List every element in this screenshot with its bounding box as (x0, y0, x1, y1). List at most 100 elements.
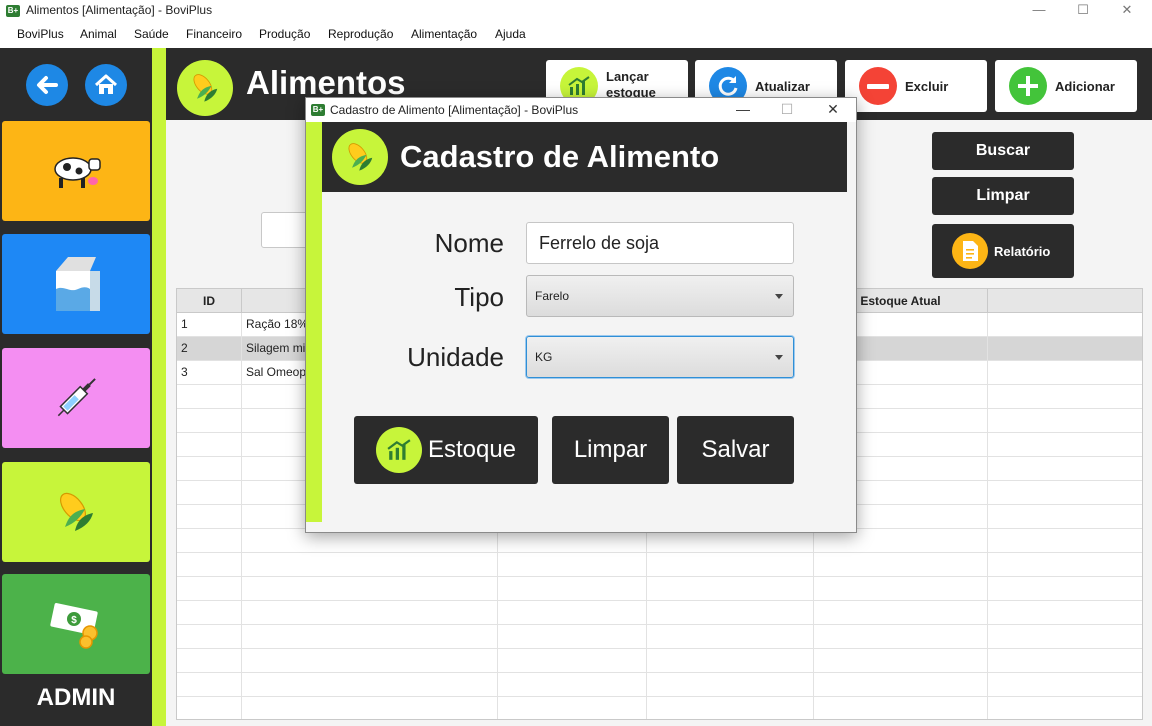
close-button[interactable]: ✕ (1104, 0, 1150, 22)
cell (988, 577, 1142, 601)
cell (177, 553, 242, 577)
cell (177, 625, 242, 649)
dialog-minimize-button[interactable]: — (720, 98, 766, 122)
minus-icon (859, 67, 897, 105)
chevron-down-icon (775, 294, 783, 299)
cell (988, 673, 1142, 697)
window-title: Alimentos [Alimentação] - BoviPlus (26, 3, 213, 17)
milk-carton-icon (56, 257, 100, 311)
table-row-empty (177, 697, 1142, 719)
limpar-button[interactable]: Limpar (932, 177, 1074, 215)
table-row-empty (177, 577, 1142, 601)
corn-icon (193, 74, 218, 102)
corn-icon (60, 492, 93, 531)
cell (647, 625, 814, 649)
sidebar-item-alimentacao[interactable] (2, 462, 150, 562)
cell-id: 3 (177, 361, 242, 385)
unidade-label: Unidade (407, 342, 504, 372)
cell (647, 697, 814, 719)
menu-bar: BoviPlus Animal Saúde Financeiro Produçã… (0, 22, 1152, 48)
salvar-button[interactable]: Salvar (677, 416, 794, 484)
menu-alimentacao[interactable]: Alimentação (411, 27, 477, 41)
tipo-select[interactable]: Farelo (526, 275, 794, 317)
cell (814, 697, 988, 719)
menu-producao[interactable]: Produção (259, 27, 310, 41)
dialog-maximize-button[interactable]: ☐ (764, 98, 810, 122)
menu-financeiro[interactable]: Financeiro (186, 27, 242, 41)
home-button[interactable] (85, 64, 127, 106)
cell (177, 505, 242, 529)
app-icon: B+ (6, 5, 20, 17)
cell (242, 553, 498, 577)
table-row-empty (177, 601, 1142, 625)
dialog-header-title: Cadastro de Alimento (400, 139, 720, 174)
accent-bar (152, 48, 166, 726)
cell-id: 2 (177, 337, 242, 361)
document-icon (952, 233, 988, 269)
dialog-accent-bar (306, 122, 322, 522)
cell (814, 625, 988, 649)
cell (242, 577, 498, 601)
cell (988, 601, 1142, 625)
sidebar: $ (0, 48, 152, 726)
cell (814, 577, 988, 601)
cell (647, 577, 814, 601)
cell (177, 673, 242, 697)
column-header-id[interactable]: ID (177, 289, 242, 313)
cell (647, 601, 814, 625)
money-icon: $ (50, 603, 98, 649)
cell (498, 625, 647, 649)
cell-id: 1 (177, 313, 242, 337)
menu-saude[interactable]: Saúde (134, 27, 169, 41)
estoque-button[interactable]: Estoque (354, 416, 538, 484)
corn-logo (332, 129, 388, 185)
menu-animal[interactable]: Animal (80, 27, 117, 41)
admin-label: ADMIN (36, 684, 116, 711)
excluir-label: Excluir (905, 78, 949, 94)
home-icon (94, 74, 118, 94)
limpar-dialog-button[interactable]: Limpar (552, 416, 669, 484)
adicionar-button[interactable]: Adicionar (995, 60, 1137, 112)
cell (177, 409, 242, 433)
cell (988, 697, 1142, 719)
nome-field[interactable] (526, 222, 794, 264)
cell (988, 409, 1142, 433)
sidebar-item-animal[interactable] (2, 121, 150, 221)
menu-ajuda[interactable]: Ajuda (495, 27, 526, 41)
dialog-close-button[interactable]: ✕ (810, 98, 856, 122)
cell (498, 553, 647, 577)
relatorio-button[interactable]: Relatório (932, 224, 1074, 278)
cell (242, 649, 498, 673)
cell (242, 697, 498, 719)
sidebar-item-producao[interactable] (2, 234, 150, 334)
table-row-empty (177, 625, 1142, 649)
menu-reproducao[interactable]: Reprodução (328, 27, 393, 41)
maximize-button[interactable]: ☐ (1060, 0, 1106, 22)
atualizar-label: Atualizar (755, 78, 810, 94)
buscar-button[interactable]: Buscar (932, 132, 1074, 170)
cow-icon (54, 157, 101, 188)
back-button[interactable] (26, 64, 68, 106)
cell (498, 649, 647, 673)
sidebar-item-saude[interactable] (2, 348, 150, 448)
cell (988, 433, 1142, 457)
cell (177, 601, 242, 625)
excluir-button[interactable]: Excluir (845, 60, 987, 112)
column-header-6[interactable] (988, 289, 1142, 313)
menu-boviplus[interactable]: BoviPlus (17, 27, 64, 41)
cell (988, 529, 1142, 553)
sidebar-item-financeiro[interactable]: $ (2, 574, 150, 674)
cell (814, 673, 988, 697)
cell (177, 529, 242, 553)
cell (177, 577, 242, 601)
cell (242, 673, 498, 697)
cell (988, 385, 1142, 409)
syringe-icon (57, 378, 96, 417)
unidade-value: KG (535, 350, 553, 364)
minimize-button[interactable]: — (1016, 0, 1062, 22)
nome-label: Nome (434, 228, 504, 258)
unidade-select[interactable]: KG (526, 336, 794, 378)
cadastro-dialog: B+ Cadastro de Alimento [Alimentação] - … (305, 97, 857, 533)
cell (498, 697, 647, 719)
table-row-empty (177, 673, 1142, 697)
